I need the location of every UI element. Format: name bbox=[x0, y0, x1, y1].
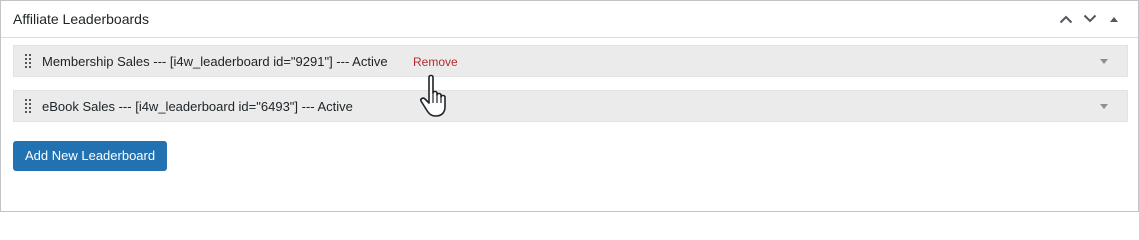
chevron-down-icon bbox=[1083, 14, 1097, 23]
affiliate-leaderboards-panel: Affiliate Leaderboards Membership Sales … bbox=[0, 0, 1139, 212]
collapse-panel-button[interactable] bbox=[1102, 7, 1126, 31]
drag-handle-icon[interactable] bbox=[25, 54, 33, 70]
row-expand-icon[interactable] bbox=[1099, 58, 1109, 66]
drag-handle-icon[interactable] bbox=[25, 99, 33, 115]
move-up-button[interactable] bbox=[1054, 7, 1078, 31]
triangle-up-icon bbox=[1110, 17, 1118, 22]
add-new-leaderboard-button[interactable]: Add New Leaderboard bbox=[13, 141, 168, 171]
leaderboard-row[interactable]: Membership Sales --- [i4w_leaderboard id… bbox=[13, 45, 1128, 77]
row-expand-icon[interactable] bbox=[1099, 103, 1109, 111]
leaderboard-label: Membership Sales --- [i4w_leaderboard id… bbox=[42, 54, 388, 69]
leaderboard-label: eBook Sales --- [i4w_leaderboard id="649… bbox=[42, 99, 353, 114]
panel-title: Affiliate Leaderboards bbox=[13, 11, 149, 27]
chevron-up-icon bbox=[1059, 15, 1073, 24]
remove-link[interactable]: Remove bbox=[413, 55, 458, 69]
move-down-button[interactable] bbox=[1078, 7, 1102, 31]
leaderboard-row[interactable]: eBook Sales --- [i4w_leaderboard id="649… bbox=[13, 90, 1128, 122]
panel-header: Affiliate Leaderboards bbox=[1, 1, 1138, 38]
